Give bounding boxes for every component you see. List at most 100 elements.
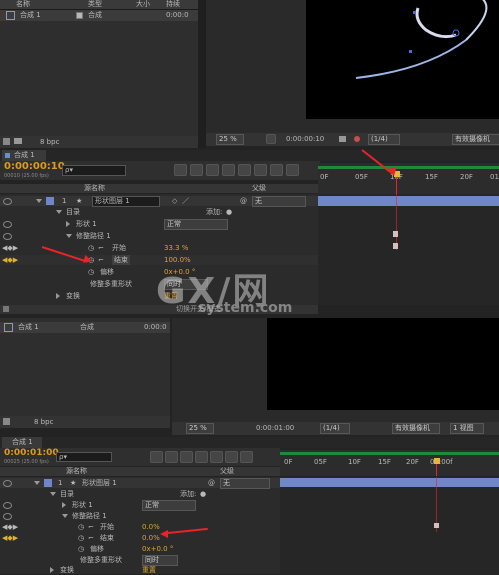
viewer-timecode[interactable]: 0:00:01:00 xyxy=(256,422,294,435)
graph-icon[interactable]: ⌐ xyxy=(98,255,104,265)
expand-arrow-icon[interactable] xyxy=(50,492,56,496)
region-icon[interactable] xyxy=(266,134,276,144)
keyframe-marker[interactable] xyxy=(393,243,398,249)
add-label[interactable]: 添加: xyxy=(206,207,222,217)
visibility-eye-icon[interactable] xyxy=(3,198,12,205)
viewer-timecode[interactable]: 0:00:00:10 xyxy=(286,133,324,146)
camera-icon[interactable] xyxy=(339,136,346,142)
zoom-select[interactable]: 25 % xyxy=(216,134,244,145)
folder-icon[interactable] xyxy=(14,138,22,144)
stopwatch-icon[interactable] xyxy=(286,164,299,176)
col-source-name[interactable]: 源名称 xyxy=(66,467,87,476)
frame-blending-icon[interactable] xyxy=(222,164,235,176)
graph-icon[interactable]: ⌐ xyxy=(88,533,94,543)
keyframe-nav-icon[interactable]: ◀◆▶ xyxy=(2,255,18,265)
layer-row-shape[interactable]: 1 ★ 形状图层 1 @ 无 xyxy=(0,478,280,489)
collapse-arrow-icon[interactable] xyxy=(56,293,60,299)
view-count-select[interactable]: 1 视图 xyxy=(450,423,484,434)
time-ruler-bottom[interactable]: 0F 05F 10F 15F 20F 01:00f xyxy=(280,450,499,476)
stopwatch-icon[interactable]: ◷ xyxy=(78,544,84,554)
comp-mini-flowchart-icon[interactable] xyxy=(174,164,187,176)
bpc-label[interactable]: 8 bpc xyxy=(34,416,53,428)
keyframe-marker[interactable] xyxy=(434,523,439,528)
add-menu-icon[interactable]: ● xyxy=(226,207,232,217)
camera-select[interactable]: 有效摄像机 xyxy=(392,423,440,434)
motion-blur-icon[interactable] xyxy=(210,451,223,463)
bpc-label[interactable]: 8 bpc xyxy=(40,136,59,148)
shy-layers-icon[interactable] xyxy=(180,451,193,463)
draft-3d-icon[interactable] xyxy=(165,451,178,463)
col-duration-header[interactable]: 持续 xyxy=(166,0,180,9)
visibility-eye-icon[interactable] xyxy=(3,221,12,228)
parent-pickwhip-icon[interactable]: @ xyxy=(208,478,215,488)
expand-arrow-icon[interactable] xyxy=(66,234,72,238)
collapse-arrow-icon[interactable] xyxy=(50,567,54,573)
brainstorm-icon[interactable] xyxy=(270,164,283,176)
visibility-eye-icon[interactable] xyxy=(3,502,12,509)
offset-value[interactable]: 0x+0.0 ° xyxy=(142,544,173,554)
offset-property-row[interactable]: ◷ 偏移 0x+0.0 ° xyxy=(0,544,280,554)
timeline-tab[interactable]: 合成 1 xyxy=(2,437,42,448)
layer-name[interactable]: 形状图层 1 xyxy=(92,196,160,207)
blend-mode-select[interactable]: 正常 xyxy=(142,500,196,511)
trash-icon[interactable] xyxy=(3,138,10,145)
stopwatch-icon[interactable]: ◷ xyxy=(88,267,94,277)
col-type-header[interactable]: 类型 xyxy=(88,0,102,9)
layer-name[interactable]: 形状图层 1 xyxy=(82,478,117,488)
current-time-indicator[interactable] xyxy=(434,458,440,464)
graph-editor-icon[interactable] xyxy=(254,164,267,176)
layer-duration-bar[interactable] xyxy=(318,196,499,206)
panel-divider[interactable] xyxy=(198,0,206,148)
trim-paths-row[interactable]: 修整路径 1 xyxy=(0,231,318,241)
timeline-search-input[interactable]: ρ▾ xyxy=(56,452,112,462)
project-item-comp[interactable]: 合成 1 合成 0:00:0 xyxy=(0,10,198,21)
visibility-eye-icon[interactable] xyxy=(3,513,12,520)
draft-3d-icon[interactable] xyxy=(190,164,203,176)
parent-pickwhip-icon[interactable]: @ xyxy=(240,196,247,206)
label-color-icon[interactable] xyxy=(44,479,52,487)
timeline-timecode[interactable]: 0:00:01:00 xyxy=(4,448,59,459)
stopwatch-icon[interactable]: ◷ xyxy=(78,522,84,532)
keyframe-nav-icon[interactable]: ◀◆▶ xyxy=(2,522,18,532)
start-value[interactable]: 33.3 % xyxy=(164,243,188,253)
resolution-select[interactable]: (1/4) xyxy=(320,423,350,434)
shape1-row[interactable]: 形状 1 正常 xyxy=(0,500,280,511)
collapse-arrow-icon[interactable] xyxy=(62,502,66,508)
contents-row[interactable]: 目录 添加: ● xyxy=(0,207,318,217)
zoom-select[interactable]: 25 % xyxy=(186,423,214,434)
label-color-icon[interactable] xyxy=(46,197,54,205)
color-channel-icon[interactable] xyxy=(354,136,360,142)
parent-select[interactable]: 无 xyxy=(252,196,306,207)
add-menu-icon[interactable]: ● xyxy=(200,489,206,499)
parent-select[interactable]: 无 xyxy=(220,478,270,489)
collapse-arrow-icon[interactable] xyxy=(66,221,70,227)
graph-icon[interactable]: ⌐ xyxy=(98,243,104,253)
visibility-eye-icon[interactable] xyxy=(3,233,12,240)
trim-paths-row[interactable]: 修整路径 1 xyxy=(0,511,280,521)
shy-layers-icon[interactable] xyxy=(206,164,219,176)
frame-blending-icon[interactable] xyxy=(195,451,208,463)
footer-toggle-icon[interactable] xyxy=(3,306,9,312)
keyframe-marker[interactable] xyxy=(393,231,398,237)
visibility-eye-icon[interactable] xyxy=(3,480,12,487)
add-label[interactable]: 添加: xyxy=(180,489,196,499)
stopwatch-icon[interactable] xyxy=(240,451,253,463)
keyframe-nav-icon[interactable]: ◀◆▶ xyxy=(2,243,18,253)
timeline-timecode[interactable]: 0:00:00:10 xyxy=(4,161,65,173)
resolution-select[interactable]: (1/4) xyxy=(368,134,400,145)
expand-arrow-icon[interactable] xyxy=(34,481,40,485)
col-parent[interactable]: 父级 xyxy=(220,467,234,476)
start-property-row[interactable]: ◀◆▶ ◷ ⌐ 开始 0.0% xyxy=(0,522,280,532)
expand-arrow-icon[interactable] xyxy=(56,210,62,214)
comp-mini-flowchart-icon[interactable] xyxy=(150,451,163,463)
camera-select[interactable]: 有效摄像机 xyxy=(452,134,499,145)
expand-arrow-icon[interactable] xyxy=(62,514,68,518)
end-property-row[interactable]: ◀◆▶ ◷ ⌐ 结束 0.0% xyxy=(0,533,280,543)
work-area-bar[interactable] xyxy=(280,452,499,455)
col-name-header[interactable]: 名称 xyxy=(16,0,30,9)
viewer-canvas[interactable] xyxy=(306,0,499,119)
switch-fx-icon[interactable]: ／ xyxy=(182,196,189,206)
start-value[interactable]: 0.0% xyxy=(142,522,160,532)
col-parent[interactable]: 父级 xyxy=(252,184,266,193)
trash-icon[interactable] xyxy=(3,418,10,425)
